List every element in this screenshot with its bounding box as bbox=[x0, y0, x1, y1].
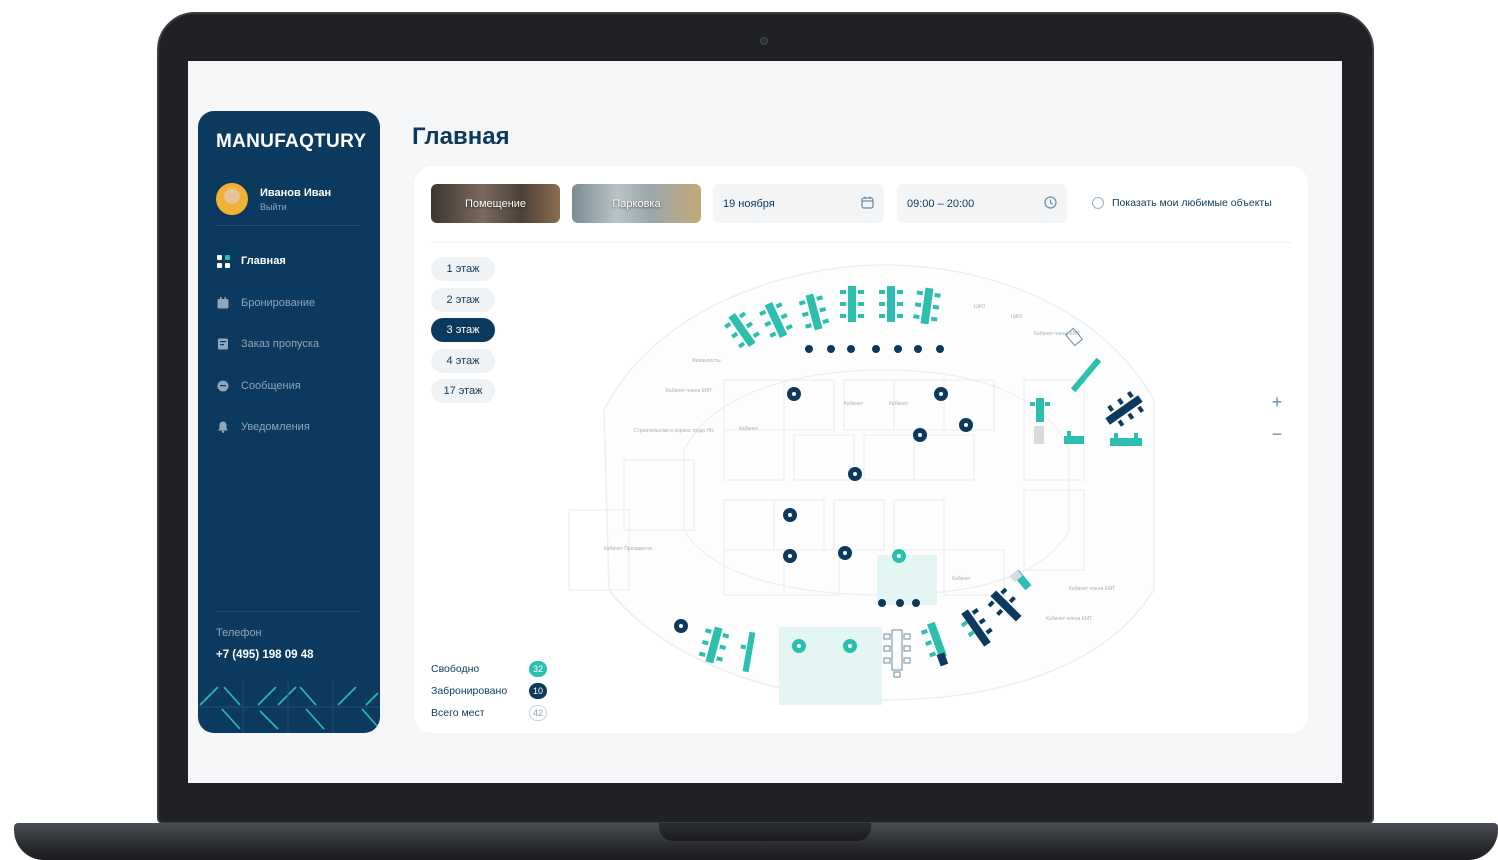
sidebar-nav: Главная Бронирование Заказ пропуска Сооб… bbox=[216, 251, 319, 459]
app-screen: MANUFAQTURY Иванов Иван Выйти Главная Бр… bbox=[188, 61, 1342, 783]
sidebar-item-pass[interactable]: Заказ пропуска bbox=[216, 334, 319, 354]
room-label: Кабинет bbox=[739, 426, 759, 432]
sidebar-item-booking[interactable]: Бронирование bbox=[216, 293, 319, 313]
favorites-toggle[interactable]: Показать мои любимые объекты bbox=[1092, 197, 1272, 209]
sidebar-item-label: Уведомления bbox=[241, 421, 310, 433]
booked-count-badge: 10 bbox=[529, 683, 547, 699]
legend-label: Свободно bbox=[431, 663, 480, 675]
logout-link[interactable]: Выйти bbox=[260, 202, 331, 212]
sidebar-item-label: Бронирование bbox=[241, 296, 316, 309]
grid-icon bbox=[216, 254, 230, 268]
avatar bbox=[216, 183, 248, 215]
bell-icon bbox=[216, 420, 230, 434]
zoom-out-button[interactable]: − bbox=[1265, 422, 1289, 446]
meeting-room-highlight bbox=[877, 555, 937, 605]
page-title: Главная bbox=[412, 123, 510, 150]
floor-4-button[interactable]: 4 этаж bbox=[431, 348, 495, 373]
floor-selector: 1 этаж 2 этаж 3 этаж 4 этаж 17 этаж bbox=[431, 257, 495, 410]
laptop-notch bbox=[659, 823, 871, 841]
phone-number[interactable]: +7 (495) 198 09 48 bbox=[216, 649, 314, 661]
calendar-icon bbox=[216, 296, 230, 310]
legend-booked: Забронировано 10 bbox=[431, 683, 547, 699]
floor-plan[interactable]: Финансисты ЦФО ЦФО Кабинет члена EMT Каб… bbox=[564, 260, 1164, 710]
chat-icon bbox=[216, 379, 230, 393]
legend: Свободно 32 Забронировано 10 Всего мест … bbox=[431, 661, 548, 727]
total-count-badge: 42 bbox=[529, 705, 548, 721]
floor-3-button[interactable]: 3 этаж bbox=[431, 318, 495, 342]
mockup-stage: MANUFAQTURY Иванов Иван Выйти Главная Бр… bbox=[0, 0, 1498, 860]
tab-premises[interactable]: Помещение bbox=[431, 184, 560, 223]
floor-2-button[interactable]: 2 этаж bbox=[431, 287, 495, 312]
booking-card: Помещение Парковка 19 ноября 09:00 – 20:… bbox=[414, 166, 1308, 733]
room-label: Кабинет bbox=[952, 576, 972, 582]
room-label: Финансисты bbox=[692, 358, 721, 364]
time-value: 09:00 – 20:00 bbox=[907, 197, 975, 210]
room-label: Кабинет Президента bbox=[604, 546, 652, 552]
meeting-room-highlight bbox=[834, 627, 882, 705]
free-count-badge: 32 bbox=[529, 661, 547, 677]
room-label: Кабинет члена EMT bbox=[1046, 616, 1092, 622]
webcam bbox=[760, 37, 768, 45]
time-picker[interactable]: 09:00 – 20:00 bbox=[897, 184, 1067, 223]
meeting-room-highlight bbox=[779, 627, 834, 705]
legend-free: Свободно 32 bbox=[431, 661, 547, 677]
room-label: Кабинет члена EMT bbox=[1069, 586, 1115, 592]
floor-17-button[interactable]: 17 этаж bbox=[431, 379, 495, 403]
user-profile[interactable]: Иванов Иван Выйти bbox=[216, 183, 331, 215]
floor-1-button[interactable]: 1 этаж bbox=[431, 257, 495, 281]
legend-total: Всего мест 42 bbox=[431, 705, 548, 721]
room-label: Кабинет члена EMT bbox=[1034, 331, 1080, 337]
zoom-in-button[interactable]: + bbox=[1265, 390, 1289, 414]
clock-icon bbox=[1044, 195, 1057, 212]
divider bbox=[216, 225, 360, 226]
sidebar-item-home[interactable]: Главная bbox=[216, 251, 319, 271]
favorites-radio[interactable] bbox=[1092, 197, 1104, 209]
room-label: Кабинет члена EMT bbox=[666, 388, 712, 394]
sidebar-item-messages[interactable]: Сообщения bbox=[216, 376, 319, 396]
user-name: Иванов Иван bbox=[260, 186, 332, 199]
pass-icon bbox=[216, 337, 230, 351]
legend-label: Всего мест bbox=[431, 707, 485, 719]
date-picker[interactable]: 19 ноября bbox=[713, 184, 884, 223]
calendar-icon bbox=[861, 196, 874, 212]
room-label: ЦФО bbox=[974, 304, 986, 310]
sidebar-item-notifications[interactable]: Уведомления bbox=[216, 417, 319, 437]
decorative-pattern bbox=[198, 681, 380, 733]
room-label: ЦФО bbox=[1011, 314, 1023, 320]
favorites-label: Показать мои любимые объекты bbox=[1112, 197, 1272, 209]
divider bbox=[431, 242, 1291, 243]
sidebar-item-label: Заказ пропуска bbox=[241, 338, 320, 350]
room-label: Кабинет bbox=[844, 401, 864, 407]
room-label: Строительство и охрана труда HG bbox=[634, 428, 714, 434]
legend-label: Забронировано bbox=[431, 685, 508, 697]
sidebar-item-label: Главная bbox=[241, 255, 286, 267]
divider bbox=[216, 611, 360, 612]
sidebar-item-label: Сообщения bbox=[241, 379, 301, 392]
room-label: Кабинет bbox=[889, 401, 909, 407]
app-logo: MANUFAQTURY bbox=[216, 131, 367, 152]
tab-parking[interactable]: Парковка bbox=[572, 184, 701, 223]
phone-label: Телефон bbox=[216, 627, 262, 639]
date-value: 19 ноября bbox=[723, 197, 775, 210]
sidebar: MANUFAQTURY Иванов Иван Выйти Главная Бр… bbox=[198, 111, 380, 733]
